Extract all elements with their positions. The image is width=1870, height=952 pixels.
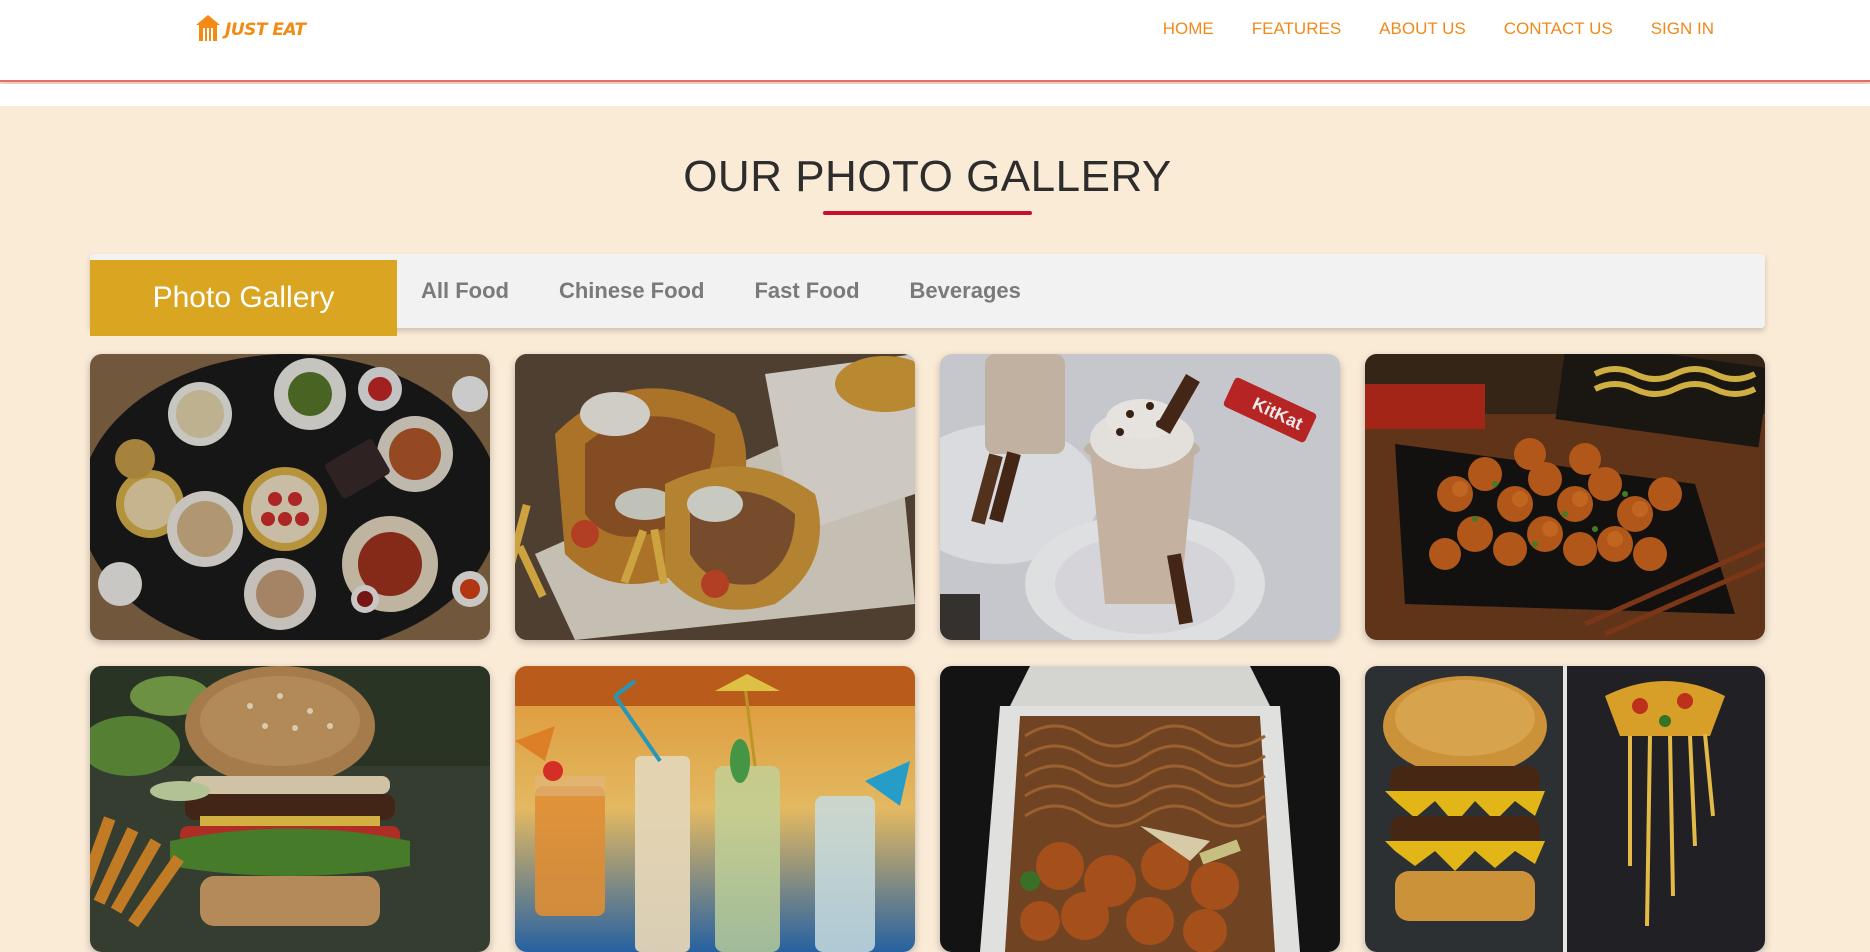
logo-text: JUST EAT: [225, 20, 306, 40]
logo[interactable]: JUST EAT: [195, 14, 306, 42]
burger-pizza-image: [1365, 666, 1765, 952]
tab-fast-food[interactable]: Fast Food: [754, 278, 859, 304]
nav-contact-us[interactable]: CONTACT US: [1504, 18, 1613, 40]
chicken-image: [1365, 354, 1765, 640]
photo-noodles-takeout-box[interactable]: [940, 666, 1340, 952]
photo-chocolate-milkshake[interactable]: KitKat: [940, 354, 1340, 640]
photo-tropical-cocktails[interactable]: [515, 666, 915, 952]
main-nav: HOME FEATURES ABOUT US CONTACT US SIGN I…: [1163, 18, 1714, 40]
header-spacer: [0, 84, 1870, 106]
tab-all-food[interactable]: All Food: [421, 278, 509, 304]
gallery-tabs: All Food Chinese Food Fast Food Beverage…: [421, 278, 1021, 304]
gallery-heading: Photo Gallery: [90, 260, 397, 336]
photo-gyro-wrap-with-fries[interactable]: [515, 354, 915, 640]
milkshake-image: KitKat: [940, 354, 1340, 640]
nav-features[interactable]: FEATURES: [1252, 18, 1341, 40]
tab-beverages[interactable]: Beverages: [910, 278, 1021, 304]
photo-sweet-and-sour-chicken[interactable]: [1365, 354, 1765, 640]
house-fork-icon: [196, 15, 220, 41]
noodles-image: [940, 666, 1340, 952]
photo-burger-and-pizza[interactable]: [1365, 666, 1765, 952]
photo-gallery-grid: KitKat: [90, 354, 1766, 952]
cocktails-image: [515, 666, 915, 952]
gyro-wrap-image: [515, 354, 915, 640]
section-title: OUR PHOTO GALLERY: [683, 152, 1172, 201]
tab-chinese-food[interactable]: Chinese Food: [559, 278, 704, 304]
site-header: JUST EAT HOME FEATURES ABOUT US CONTACT …: [0, 0, 1870, 82]
burger-image: [90, 666, 490, 952]
gallery-tab-bar: Photo Gallery All Food Chinese Food Fast…: [90, 254, 1765, 336]
photo-dim-sum-feast[interactable]: [90, 354, 490, 640]
nav-home[interactable]: HOME: [1163, 18, 1214, 40]
title-underline: [823, 211, 1032, 215]
dim-sum-feast-image: [90, 354, 490, 640]
nav-sign-in[interactable]: SIGN IN: [1651, 18, 1714, 40]
nav-about-us[interactable]: ABOUT US: [1379, 18, 1466, 40]
photo-burger-with-fries[interactable]: [90, 666, 490, 952]
